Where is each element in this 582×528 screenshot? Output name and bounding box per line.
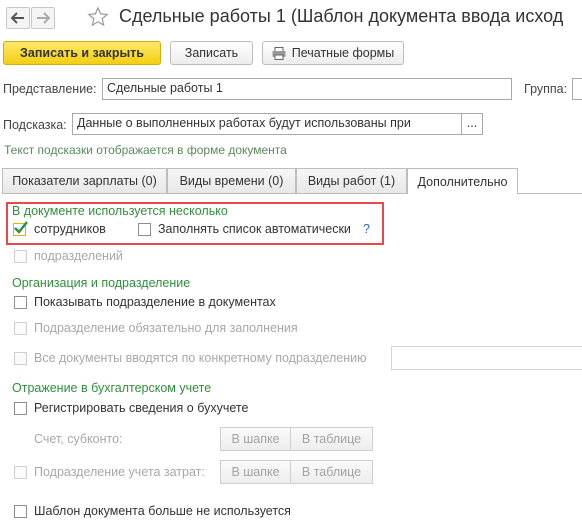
register-label: Регистрировать сведения о бухучете xyxy=(34,401,249,415)
org-section-title: Организация и подразделение xyxy=(12,276,191,290)
forward-button[interactable] xyxy=(31,7,55,29)
employees-checkbox[interactable] xyxy=(13,221,28,236)
all-docs-checkbox[interactable] xyxy=(14,352,27,365)
account-in-header-button[interactable]: В шапке xyxy=(220,427,291,451)
cost-dept-label: Подразделение учета затрат: xyxy=(34,465,205,479)
representation-label: Представление: xyxy=(3,82,97,96)
not-used-checkbox[interactable] xyxy=(14,505,27,518)
hint-input[interactable]: Данные о выполненных работах будут испол… xyxy=(72,113,462,135)
help-link[interactable]: ? xyxy=(363,222,370,236)
cost-dept-checkbox[interactable] xyxy=(14,466,27,479)
print-forms-label: Печатные формы xyxy=(291,46,395,60)
tab-additional[interactable]: Дополнительно xyxy=(407,168,518,194)
save-close-button[interactable]: Записать и закрыть xyxy=(3,41,161,65)
checkmark-icon xyxy=(14,221,28,234)
group-label: Группа: xyxy=(524,82,568,96)
show-dept-label: Показывать подразделение в документах xyxy=(34,295,276,309)
show-dept-checkbox[interactable] xyxy=(14,296,27,309)
cost-in-header-button[interactable]: В шапке xyxy=(220,460,291,484)
departments-label: подразделений xyxy=(34,249,123,263)
hint-label: Подсказка: xyxy=(3,118,67,132)
autofill-checkbox[interactable] xyxy=(138,223,151,236)
not-used-label: Шаблон документа больше не используется xyxy=(34,504,291,518)
star-icon xyxy=(87,6,109,27)
group-input[interactable] xyxy=(572,78,582,100)
hint-note: Текст подсказки отображается в форме док… xyxy=(4,143,287,157)
register-checkbox[interactable] xyxy=(14,402,27,415)
tab-work-types[interactable]: Виды работ (1) xyxy=(296,168,407,193)
print-forms-button[interactable]: Печатные формы xyxy=(262,41,404,65)
departments-checkbox[interactable] xyxy=(14,250,27,263)
accounting-section-title: Отражение в бухгалтерском учете xyxy=(12,381,212,395)
page-title: Сдельные работы 1 (Шаблон документа ввод… xyxy=(119,6,564,26)
tab-salary-indicators[interactable]: Показатели зарплаты (0) xyxy=(2,168,167,193)
cost-in-table-button[interactable]: В таблице xyxy=(290,460,373,484)
autofill-label: Заполнять список автоматически xyxy=(158,222,351,236)
department-input[interactable] xyxy=(391,346,582,370)
all-docs-label: Все документы вводятся по конкретному по… xyxy=(34,351,367,365)
dept-required-checkbox[interactable] xyxy=(14,322,27,335)
save-button[interactable]: Записать xyxy=(170,41,253,65)
employees-label: сотрудников xyxy=(34,222,106,236)
representation-input[interactable]: Сдельные работы 1 xyxy=(102,78,512,100)
account-in-table-button[interactable]: В таблице xyxy=(290,427,373,451)
favorite-button[interactable] xyxy=(87,6,109,31)
arrow-left-icon xyxy=(11,12,24,24)
tab-time-types[interactable]: Виды времени (0) xyxy=(167,168,296,193)
back-button[interactable] xyxy=(6,7,30,29)
dept-required-label: Подразделение обязательно для заполнения xyxy=(34,321,298,335)
account-label: Счет, субконто: xyxy=(34,432,123,446)
hint-select-button[interactable]: ... xyxy=(461,113,483,135)
printer-icon xyxy=(272,46,286,60)
arrow-right-icon xyxy=(37,12,50,24)
multiple-section-title: В документе используется несколько xyxy=(12,204,228,218)
